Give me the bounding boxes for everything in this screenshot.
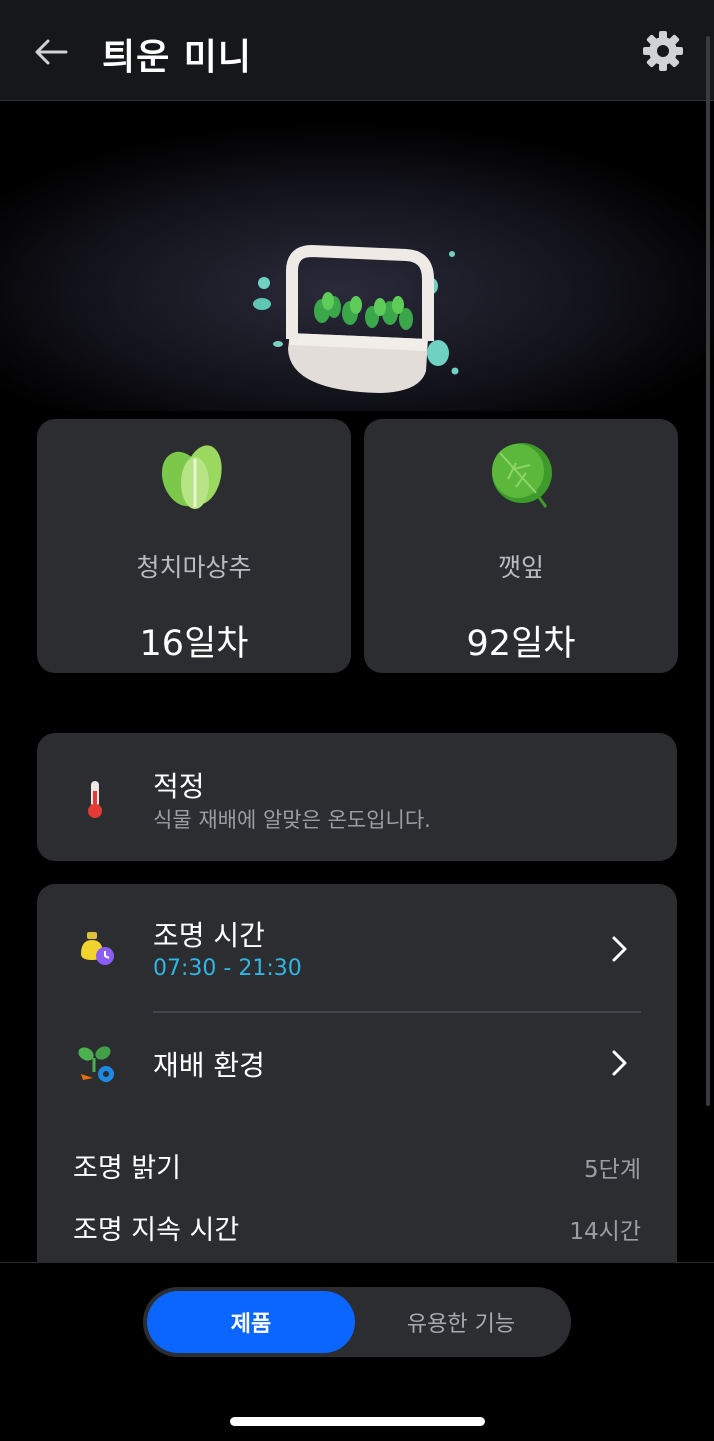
temperature-card: 적정 식물 재배에 알맞은 온도입니다. <box>37 733 677 861</box>
scrollbar[interactable] <box>706 36 710 1106</box>
chevron-right-icon <box>612 1050 627 1076</box>
light-duration-value: 14시간 <box>569 1219 641 1245</box>
plant-days: 92일차 <box>466 624 576 664</box>
app-header: 틔운 미니 <box>0 0 714 101</box>
lighting-time-value: 07:30 - 21:30 <box>153 956 302 981</box>
plant-name: 깻잎 <box>497 553 544 582</box>
lighting-time-label: 조명 시간 <box>153 919 265 952</box>
tab-useful-features[interactable]: 유용한 기능 <box>357 1291 565 1353</box>
growing-environment-label: 재배 환경 <box>153 1049 265 1082</box>
perilla-leaf-icon <box>492 443 552 508</box>
chevron-right-icon <box>612 936 627 962</box>
bottom-tab-bar: 제품 유용한 기능 <box>0 1262 714 1441</box>
bulb-clock-icon <box>81 932 114 965</box>
plant-days: 16일차 <box>139 624 249 664</box>
tab-product[interactable]: 제품 <box>147 1291 355 1353</box>
page-title: 틔운 미니 <box>102 37 253 78</box>
planter-device-image <box>253 244 459 393</box>
gear-icon[interactable] <box>640 28 686 74</box>
lettuce-icon <box>161 445 222 509</box>
light-brightness-label: 조명 밝기 <box>73 1153 181 1184</box>
segmented-control: 제품 유용한 기능 <box>143 1287 571 1357</box>
sprout-gear-icon <box>78 1046 114 1082</box>
plant-card-lettuce[interactable]: 청치마상추 16일차 <box>37 419 351 673</box>
plant-name: 청치마상추 <box>136 553 252 582</box>
settings-card: 조명 시간 07:30 - 21:30 재배 환경 조명 밝기 5단계 조명 지… <box>37 884 677 1304</box>
temperature-description: 식물 재배에 알맞은 온도입니다. <box>153 808 431 832</box>
home-indicator[interactable] <box>230 1417 485 1426</box>
light-duration-label: 조명 지속 시간 <box>73 1215 240 1246</box>
plant-card-perilla[interactable]: 깻잎 92일차 <box>364 419 678 673</box>
light-brightness-value: 5단계 <box>584 1157 641 1183</box>
temperature-status: 적정 <box>153 770 205 803</box>
divider <box>153 1011 641 1013</box>
thermometer-icon <box>88 781 102 818</box>
device-hero <box>0 101 714 411</box>
back-arrow-icon[interactable] <box>30 30 74 74</box>
